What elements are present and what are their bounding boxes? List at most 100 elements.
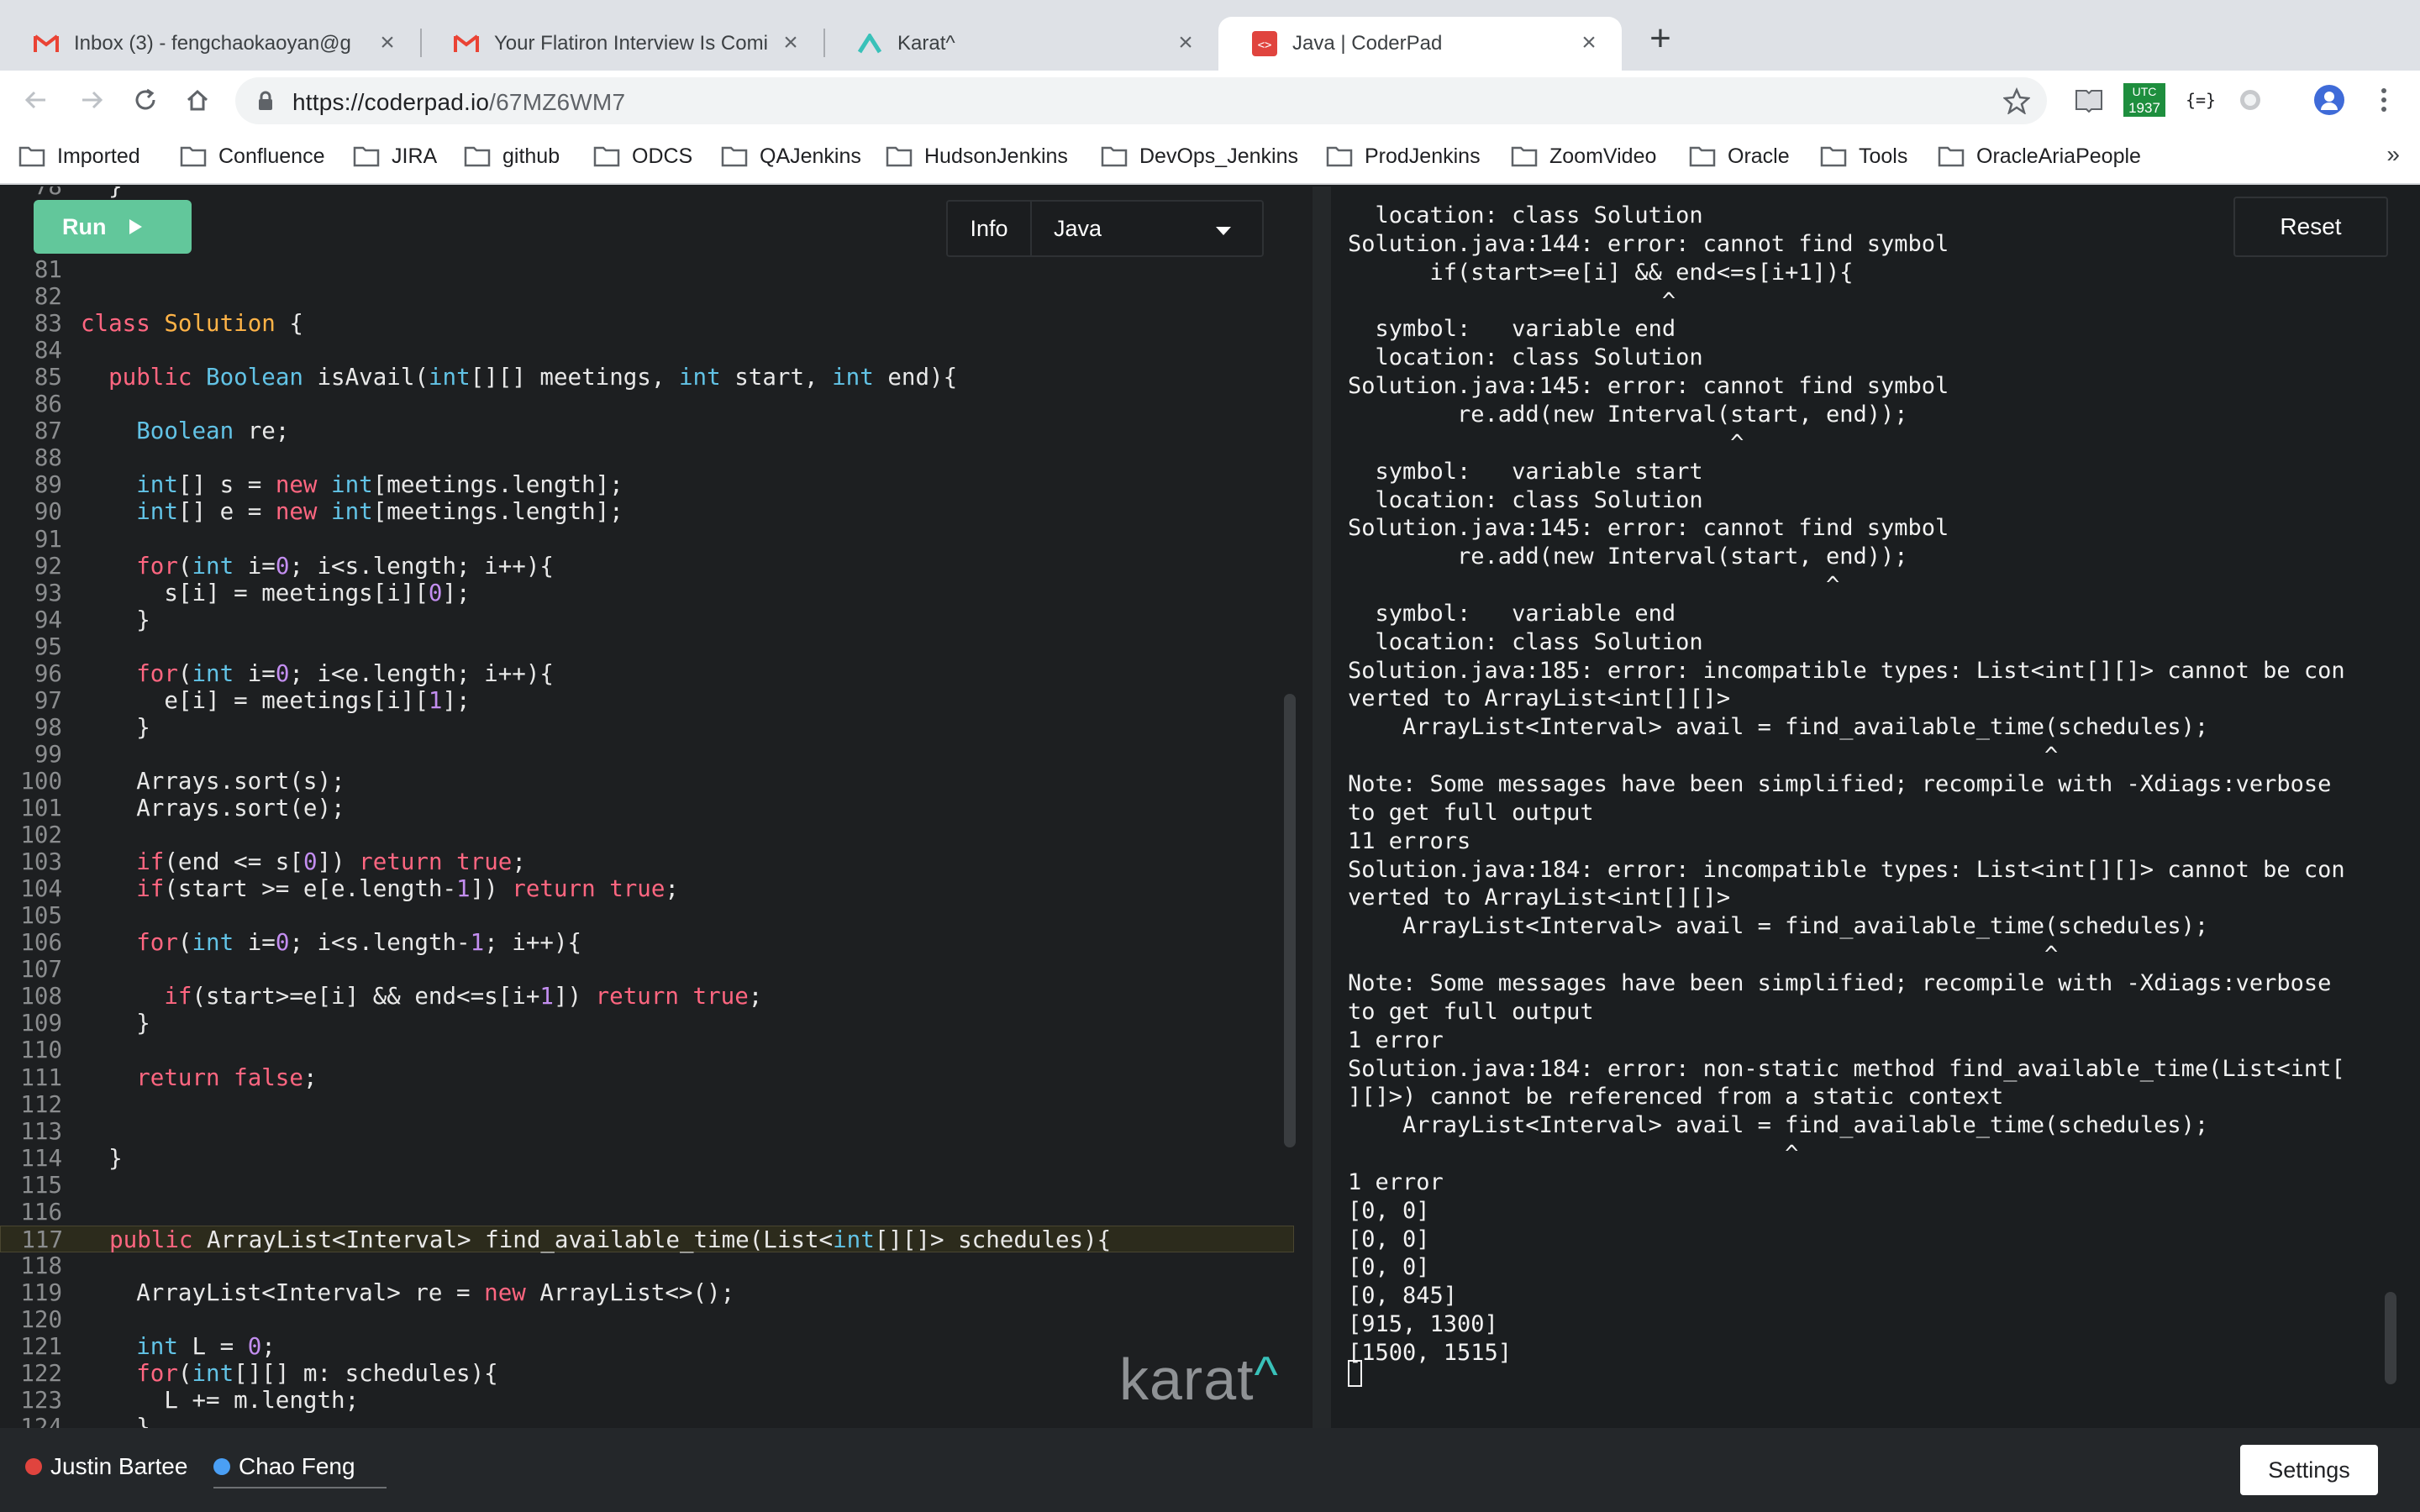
profile-avatar[interactable] [2312,82,2346,118]
code-line[interactable]: 89 int[] s = new int[meetings.length]; [0,471,1294,498]
code-line[interactable]: 91 [0,526,1294,553]
code-line[interactable]: 118 [0,1252,1294,1279]
code-line[interactable]: 117 public ArrayList<Interval> find_avai… [0,1226,1294,1253]
code-line[interactable]: 101 Arrays.sort(e); [0,795,1294,822]
code-line[interactable]: 85 public Boolean isAvail(int[][] meetin… [0,364,1294,391]
tab-gmail-inbox[interactable]: Inbox (3) - fengchaokaoyan@g × [0,17,420,71]
console-line: ^ [1348,572,1840,598]
run-button[interactable]: Run [34,200,192,254]
bookmark-oracleariapeople[interactable]: OracleAriaPeople [1938,141,2141,171]
bookmark-jira[interactable]: JIRA [353,141,437,171]
code-line[interactable]: 78 } [0,186,1294,200]
utc-clock-extension[interactable]: UTC 1937 [2123,82,2166,118]
code-line[interactable]: 97 e[i] = meetings[i][1]; [0,687,1294,714]
json-formatter-extension[interactable]: {=} [2183,82,2218,118]
reload-button[interactable] [128,82,163,118]
bookmarks-overflow-button[interactable]: » [2386,141,2400,168]
code-line[interactable]: 124 } [0,1414,1294,1428]
code-line[interactable]: 121 int L = 0; [0,1333,1294,1360]
bookmark-github[interactable]: github [464,141,560,171]
code-line[interactable]: 83 class Solution { [0,310,1294,337]
code-line[interactable]: 113 [0,1118,1294,1145]
code-line[interactable]: 104 if(start >= e[e.length-1]) return tr… [0,875,1294,902]
code-line[interactable]: 88 [0,444,1294,471]
close-icon[interactable]: × [375,30,400,56]
code-line[interactable]: 108 if(start>=e[i] && end<=s[i+1]) retur… [0,983,1294,1010]
line-number: 108 [20,983,62,1010]
code-line[interactable]: 116 [0,1199,1294,1226]
output-console[interactable]: location: class Solution Solution.java:14… [1331,186,2420,1428]
bookmark-hudsonjenkins[interactable]: HudsonJenkins [886,141,1068,171]
close-icon[interactable]: × [778,30,803,56]
code-editor[interactable]: 78 } 81 82 83 class Solution {84 85 public Bo… [0,186,1313,1428]
reset-button[interactable]: Reset [2233,197,2388,257]
participant-chao: Chao Feng [213,1453,355,1480]
bookmark-devops-jenkins[interactable]: DevOps_Jenkins [1101,141,1298,171]
bookmark-odcs[interactable]: ODCS [593,141,692,171]
console-scrollbar[interactable] [2385,1292,2396,1384]
close-icon[interactable]: × [1576,30,1602,56]
code-line[interactable]: 112 [0,1091,1294,1118]
language-select[interactable]: Java [1032,202,1262,255]
participant-name: Chao Feng [239,1453,355,1479]
code-line[interactable]: 110 [0,1037,1294,1063]
settings-button[interactable]: Settings [2240,1445,2378,1495]
bookmark-star-icon[interactable] [2003,87,2030,114]
tab-karat[interactable]: Karat^ × [823,17,1218,71]
code-line[interactable]: 109 } [0,1010,1294,1037]
forward-button[interactable] [74,82,109,118]
console-line: Note: Some messages have been simplified… [1348,970,2332,996]
more-menu-icon[interactable] [2371,82,2396,118]
code-line[interactable]: 98 } [0,714,1294,741]
code-line[interactable]: 103 if(end <= s[0]) return true; [0,848,1294,875]
code-line[interactable]: 102 [0,822,1294,848]
info-button[interactable]: Info [948,202,1032,255]
bookmark-tools[interactable]: Tools [1820,141,1907,171]
tab-coderpad[interactable]: <> Java | CoderPad × [1218,17,1622,71]
code-line[interactable]: 106 for(int i=0; i<s.length-1; i++){ [0,929,1294,956]
code-line[interactable]: 92 for(int i=0; i<s.length; i++){ [0,553,1294,580]
code-line[interactable]: 81 [0,256,1294,283]
reader-extension-icon[interactable] [2072,82,2106,118]
code-line[interactable]: 90 int[] e = new int[meetings.length]; [0,498,1294,525]
code-line[interactable]: 107 [0,956,1294,983]
code-line[interactable]: 86 [0,391,1294,417]
bookmark-oracle[interactable]: Oracle [1689,141,1790,171]
code-line[interactable]: 94 } [0,606,1294,633]
code-line[interactable]: 119 ArrayList<Interval> re = new ArrayLi… [0,1279,1294,1306]
bookmark-qajenkins[interactable]: QAJenkins [721,141,861,171]
bookmark-confluence[interactable]: Confluence [180,141,324,171]
record-extension-icon[interactable] [2235,82,2265,118]
close-icon[interactable]: × [1173,30,1198,56]
new-tab-button[interactable]: + [1642,20,1679,59]
code-line[interactable]: 87 Boolean re; [0,417,1294,444]
bookmark-imported[interactable]: Imported [18,141,140,171]
code-line[interactable]: 100 Arrays.sort(s); [0,768,1294,795]
code-line[interactable]: 120 [0,1306,1294,1333]
play-icon [129,219,143,234]
code-line[interactable]: 95 [0,633,1294,660]
code-text: for(int i=0; i<s.length-1; i++){ [136,929,582,956]
code-text: ArrayList<Interval> re = new ArrayList<>… [81,1279,735,1306]
code-line[interactable]: 114 } [0,1145,1294,1172]
code-line[interactable]: 82 [0,283,1294,310]
back-button[interactable] [18,82,54,118]
code-line[interactable]: 84 [0,337,1294,364]
bookmark-prodjenkins[interactable]: ProdJenkins [1326,141,1481,171]
bookmark-zoomvideo[interactable]: ZoomVideo [1511,141,1656,171]
tab-flatiron-interview[interactable]: Your Flatiron Interview Is Comin × [420,17,823,71]
code-line[interactable]: 115 [0,1172,1294,1199]
pane-splitter[interactable] [1313,186,1331,1428]
code-line[interactable]: 111 return false; [0,1064,1294,1091]
code-line[interactable]: 105 [0,902,1294,929]
code-line[interactable]: 123 L += m.length; [0,1387,1294,1414]
address-bar[interactable]: https://coderpad.io/67MZ6WM7 [235,77,2047,124]
console-cursor[interactable] [1348,1360,1362,1387]
editor-scrollbar[interactable] [1284,694,1296,1147]
code-line[interactable]: 122 for(int[][] m: schedules){ [0,1360,1294,1387]
code-line[interactable]: 93 s[i] = meetings[i][0]; [0,580,1294,606]
home-button[interactable] [180,82,215,118]
code-line[interactable]: 99 [0,741,1294,768]
code-line[interactable]: 96 for(int i=0; i<e.length; i++){ [0,660,1294,687]
console-line: [0, 845] [1348,1283,1458,1309]
